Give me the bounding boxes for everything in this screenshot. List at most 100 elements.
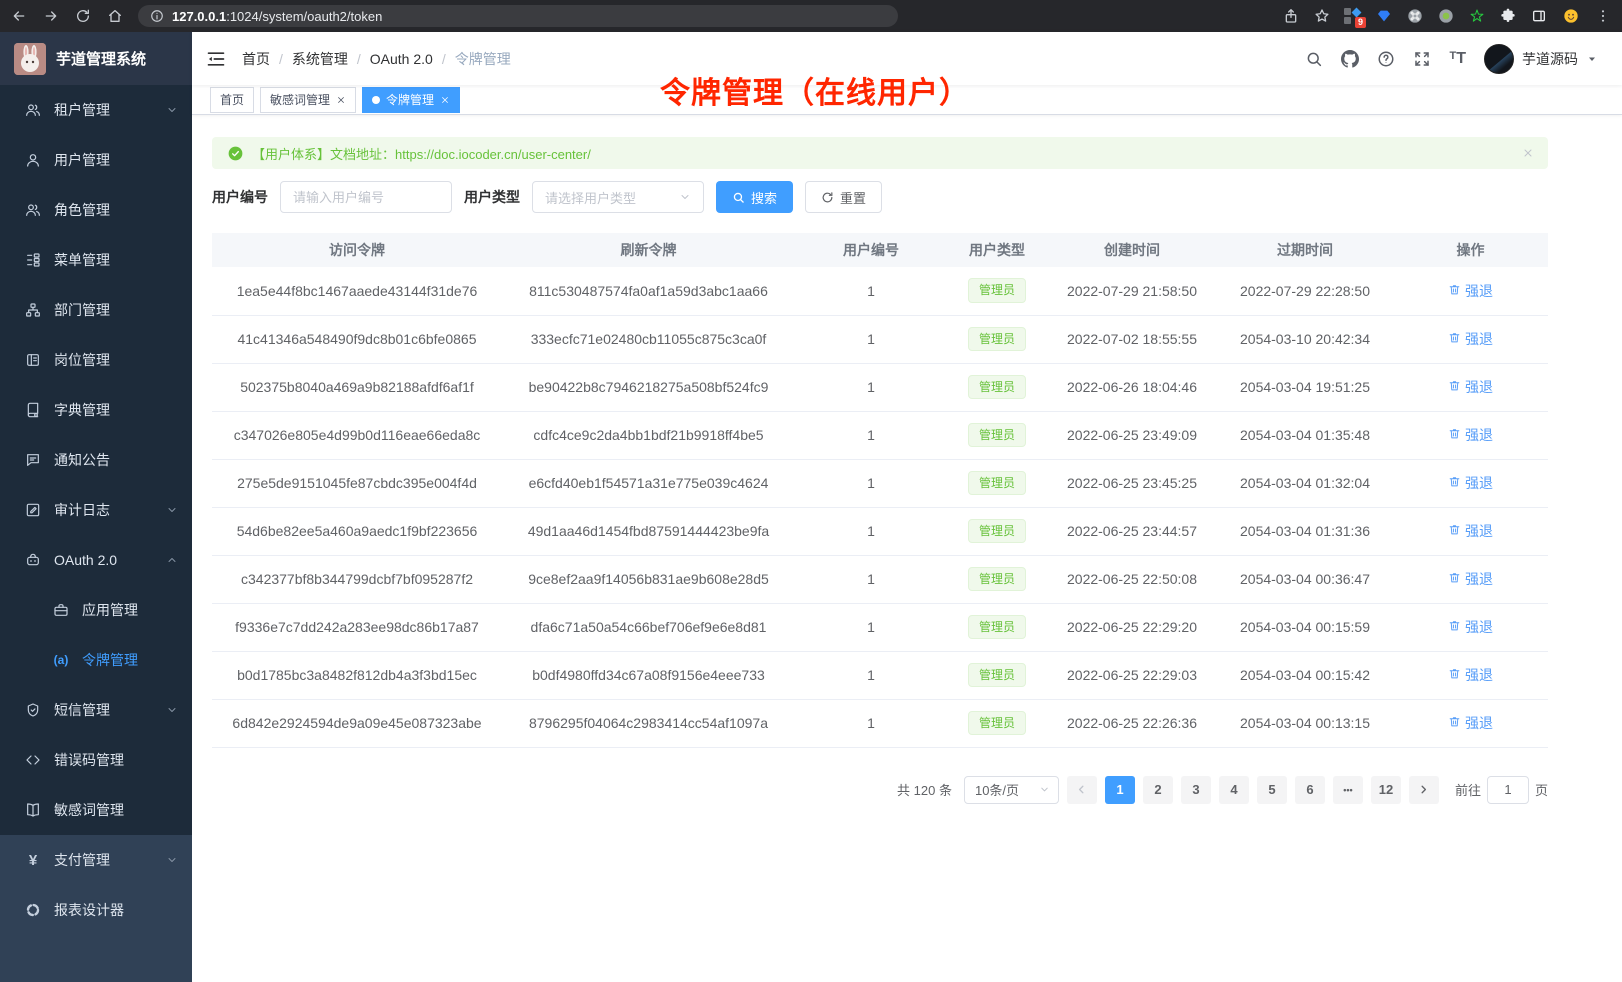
column-header: 过期时间 xyxy=(1217,233,1393,267)
breadcrumb-item[interactable]: 首页 xyxy=(242,49,270,69)
cell-action: 强退 xyxy=(1393,507,1548,555)
sidebar-item-sms[interactable]: 短信管理 xyxy=(0,685,192,735)
pager-page-6[interactable]: 6 xyxy=(1295,776,1325,804)
alert-close-icon[interactable] xyxy=(1522,147,1534,159)
force-logout-button[interactable]: 强退 xyxy=(1448,713,1493,733)
breadcrumb-item[interactable]: OAuth 2.0 xyxy=(370,51,433,67)
sidebar-item-errcode[interactable]: 错误码管理 xyxy=(0,735,192,785)
user-type-badge: 管理员 xyxy=(968,423,1026,448)
sidebar-item-label: 部门管理 xyxy=(54,300,178,320)
sidebar-item-role[interactable]: 角色管理 xyxy=(0,185,192,235)
tab-令牌管理[interactable]: 令牌管理 xyxy=(362,87,460,113)
sidebar-item-post[interactable]: 岗位管理 xyxy=(0,335,192,385)
pager-page-12[interactable]: 12 xyxy=(1371,776,1401,804)
user-dropdown[interactable]: 芋道源码 xyxy=(1484,44,1598,74)
cell-access-token: 6d842e2924594de9a09e45e087323abe xyxy=(212,699,502,747)
fullscreen-icon[interactable] xyxy=(1413,50,1431,68)
sidebar-item-oauth2-app[interactable]: 应用管理 xyxy=(0,585,192,635)
pager-page-4[interactable]: 4 xyxy=(1219,776,1249,804)
sidebar-item-dept[interactable]: 部门管理 xyxy=(0,285,192,335)
force-logout-button[interactable]: 强退 xyxy=(1448,425,1493,445)
sidebar-item-label: 令牌管理 xyxy=(82,650,178,670)
prev-page-button[interactable] xyxy=(1067,776,1097,804)
browser-menu-icon[interactable] xyxy=(1594,7,1612,25)
back-icon[interactable] xyxy=(10,7,28,25)
tab-首页[interactable]: 首页 xyxy=(210,87,254,113)
cell-user-id: 1 xyxy=(795,459,947,507)
force-logout-button[interactable]: 强退 xyxy=(1448,473,1493,493)
pager-page-3[interactable]: 3 xyxy=(1181,776,1211,804)
user-no-input[interactable] xyxy=(280,181,452,213)
force-logout-label: 强退 xyxy=(1465,617,1493,637)
pager-ellipsis[interactable]: ••• xyxy=(1333,776,1363,804)
search-button[interactable]: 搜索 xyxy=(716,181,793,213)
profile-avatar-icon[interactable] xyxy=(1561,6,1581,26)
site-info-icon[interactable] xyxy=(150,9,164,23)
sidebar-item-label: 审计日志 xyxy=(54,500,154,520)
sidebar-item-audit-log[interactable]: 审计日志 xyxy=(0,485,192,535)
bookmark-star-icon[interactable] xyxy=(1313,7,1331,25)
force-logout-button[interactable]: 强退 xyxy=(1448,377,1493,397)
chevron-down-icon xyxy=(166,504,178,516)
close-icon[interactable] xyxy=(336,95,346,105)
doc-link[interactable]: https://doc.iocoder.cn/user-center/ xyxy=(395,147,591,162)
next-page-button[interactable] xyxy=(1409,776,1439,804)
font-size-icon[interactable]: TT xyxy=(1449,51,1466,67)
pager-page-5[interactable]: 5 xyxy=(1257,776,1287,804)
sidebar-item-label: 岗位管理 xyxy=(54,350,178,370)
sidebar-item-tenant[interactable]: 租户管理 xyxy=(0,85,192,135)
column-header: 创建时间 xyxy=(1047,233,1217,267)
user-type-select[interactable]: 请选择用户类型 xyxy=(532,181,704,213)
extension-badge-icon[interactable]: 9 xyxy=(1344,8,1362,24)
sidebar-item-notice[interactable]: 通知公告 xyxy=(0,435,192,485)
reset-button[interactable]: 重置 xyxy=(805,181,882,213)
cell-user-id: 1 xyxy=(795,555,947,603)
search-icon[interactable] xyxy=(1305,50,1323,68)
close-icon[interactable] xyxy=(440,95,450,105)
help-icon[interactable] xyxy=(1377,50,1395,68)
force-logout-button[interactable]: 强退 xyxy=(1448,281,1493,301)
breadcrumb-item[interactable]: 令牌管理 xyxy=(455,49,511,69)
search-small-icon xyxy=(732,191,745,204)
table-row: 275e5de9151045fe87cbdc395e004f4de6cfd40e… xyxy=(212,459,1548,507)
gem-extension-icon[interactable] xyxy=(1375,7,1393,25)
force-logout-button[interactable]: 强退 xyxy=(1448,665,1493,685)
sidebar-item-menu[interactable]: 菜单管理 xyxy=(0,235,192,285)
github-icon[interactable] xyxy=(1341,50,1359,68)
sidebar-item-oauth2[interactable]: OAuth 2.0 xyxy=(0,535,192,585)
forward-icon[interactable] xyxy=(42,7,60,25)
goto-page-input[interactable] xyxy=(1487,776,1529,804)
pager-page-1[interactable]: 1 xyxy=(1105,776,1135,804)
sidebar-item-pay[interactable]: ¥支付管理 xyxy=(0,835,192,885)
pager-page-2[interactable]: 2 xyxy=(1143,776,1173,804)
sidebar-item-report-designer[interactable]: 报表设计器 xyxy=(0,885,192,935)
tab-敏感词管理[interactable]: 敏感词管理 xyxy=(260,87,356,113)
force-logout-button[interactable]: 强退 xyxy=(1448,617,1493,637)
table-row: f9336e7c7dd242a283ee98dc86b17a87dfa6c71a… xyxy=(212,603,1548,651)
force-logout-button[interactable]: 强退 xyxy=(1448,329,1493,349)
cell-create-time: 2022-07-02 18:55:55 xyxy=(1047,315,1217,363)
table-body: 1ea5e44f8bc1467aaede43144f31de76811c5304… xyxy=(212,267,1548,747)
share-icon[interactable] xyxy=(1282,7,1300,25)
app-logo[interactable]: 芋道管理系统 xyxy=(0,32,192,85)
table-row: 41c41346a548490f9dc8b01c6bfe0865333ecfc7… xyxy=(212,315,1548,363)
force-logout-button[interactable]: 强退 xyxy=(1448,521,1493,541)
extensions-puzzle-icon[interactable] xyxy=(1499,7,1517,25)
page-size-select[interactable]: 10条/页 xyxy=(964,776,1059,804)
home-icon[interactable] xyxy=(106,7,124,25)
command-extension-icon[interactable] xyxy=(1406,7,1424,25)
sidebar-item-user[interactable]: 用户管理 xyxy=(0,135,192,185)
record-extension-icon[interactable] xyxy=(1437,7,1455,25)
side-panel-icon[interactable] xyxy=(1530,7,1548,25)
sidebar-item-oauth2-token[interactable]: (a)令牌管理 xyxy=(0,635,192,685)
menu-fold-icon[interactable] xyxy=(206,49,226,69)
reload-icon[interactable] xyxy=(74,7,92,25)
force-logout-button[interactable]: 强退 xyxy=(1448,569,1493,589)
url-bar[interactable]: 127.0.0.1:1024/system/oauth2/token xyxy=(138,5,898,27)
green-star-extension-icon[interactable] xyxy=(1468,7,1486,25)
user-type-badge: 管理员 xyxy=(968,663,1026,688)
goto-label: 前往 xyxy=(1455,780,1481,799)
sidebar-item-sensitive-word[interactable]: 敏感词管理 xyxy=(0,785,192,835)
breadcrumb-item[interactable]: 系统管理 xyxy=(292,49,348,69)
sidebar-item-dict[interactable]: 字典管理 xyxy=(0,385,192,435)
